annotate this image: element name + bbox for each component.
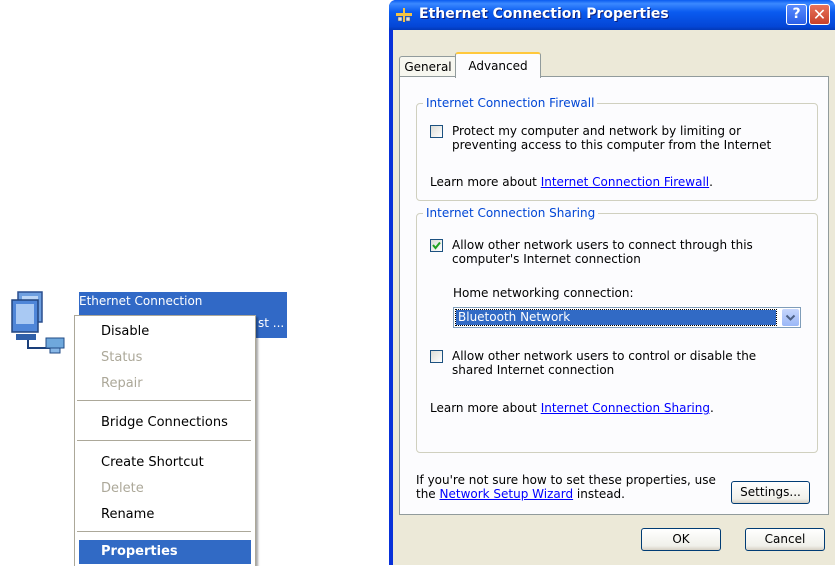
sharing-group: Internet Connection Sharing Allow other … — [416, 206, 818, 453]
sharing-help-link[interactable]: Internet Connection Sharing — [541, 401, 710, 415]
settings-button[interactable]: Settings... — [731, 481, 810, 504]
firewall-learn-more: Learn more about Internet Connection Fir… — [430, 175, 713, 189]
tab-general[interactable]: General — [399, 56, 457, 77]
tab-advanced[interactable]: Advanced — [455, 52, 541, 78]
properties-dialog: Ethernet Connection Properties ? ✕ Gener… — [389, 0, 835, 565]
checkmark-icon — [432, 241, 441, 250]
network-connection-icon[interactable] — [8, 286, 74, 356]
home-networking-value: Bluetooth Network — [455, 309, 777, 326]
dialog-title: Ethernet Connection Properties — [419, 6, 669, 22]
learn-more-prefix: Learn more about — [430, 401, 541, 415]
allow-connect-label[interactable]: Allow other network users to connect thr… — [452, 238, 792, 266]
setup-hint-suffix: instead. — [573, 487, 625, 501]
menu-item-create-shortcut[interactable]: Create Shortcut — [75, 451, 253, 475]
chevron-down-icon — [785, 314, 796, 321]
network-icon — [396, 8, 412, 22]
allow-connect-checkbox[interactable] — [430, 239, 443, 252]
protect-computer-label[interactable]: Protect my computer and network by limit… — [452, 124, 802, 152]
setup-hint-line1: If you're not sure how to set these prop… — [416, 473, 716, 487]
connection-status-truncated: st ... — [258, 316, 285, 330]
menu-item-delete: Delete — [101, 481, 144, 496]
context-menu: Disable Status Repair Bridge Connections… — [74, 315, 256, 566]
learn-more-prefix: Learn more about — [430, 175, 541, 189]
home-networking-select[interactable]: Bluetooth Network — [453, 307, 801, 328]
setup-hint-prefix: the — [416, 487, 440, 501]
learn-more-suffix: . — [709, 401, 714, 415]
help-button[interactable]: ? — [786, 4, 807, 25]
home-networking-label: Home networking connection: — [453, 286, 634, 300]
setup-hint-text: If you're not sure how to set these prop… — [416, 473, 716, 501]
menu-item-bridge-connections[interactable]: Bridge Connections — [75, 411, 253, 435]
sharing-group-title: Internet Connection Sharing — [423, 206, 599, 220]
menu-separator — [77, 400, 251, 402]
close-button[interactable]: ✕ — [809, 4, 830, 25]
advanced-tab-panel: Internet Connection Firewall Protect my … — [399, 76, 829, 515]
firewall-group-title: Internet Connection Firewall — [423, 96, 598, 110]
menu-item-repair: Repair — [101, 376, 143, 391]
network-setup-wizard-link[interactable]: Network Setup Wizard — [440, 487, 574, 501]
menu-item-disable[interactable]: Disable — [75, 320, 253, 344]
ok-button[interactable]: OK — [641, 528, 721, 551]
dropdown-button[interactable] — [782, 309, 799, 326]
cancel-button[interactable]: Cancel — [745, 528, 825, 551]
connection-name[interactable]: Ethernet Connection — [79, 294, 202, 308]
title-bar[interactable]: Ethernet Connection Properties ? ✕ — [389, 0, 835, 30]
learn-more-suffix: . — [709, 175, 713, 189]
menu-item-rename[interactable]: Rename — [75, 503, 253, 527]
menu-separator — [77, 440, 251, 442]
dialog-client-area: General Advanced Internet Connection Fir… — [393, 30, 835, 565]
protect-computer-checkbox[interactable] — [430, 125, 443, 138]
setup-hint-line2: the Network Setup Wizard instead. — [416, 487, 716, 501]
allow-control-label[interactable]: Allow other network users to control or … — [452, 349, 782, 377]
menu-separator — [77, 531, 251, 533]
firewall-group: Internet Connection Firewall Protect my … — [416, 96, 818, 201]
allow-control-checkbox[interactable] — [430, 350, 443, 363]
sharing-learn-more: Learn more about Internet Connection Sha… — [430, 401, 714, 415]
firewall-help-link[interactable]: Internet Connection Firewall — [541, 175, 709, 189]
menu-item-properties[interactable]: Properties — [79, 540, 251, 564]
menu-item-status: Status — [101, 350, 143, 365]
